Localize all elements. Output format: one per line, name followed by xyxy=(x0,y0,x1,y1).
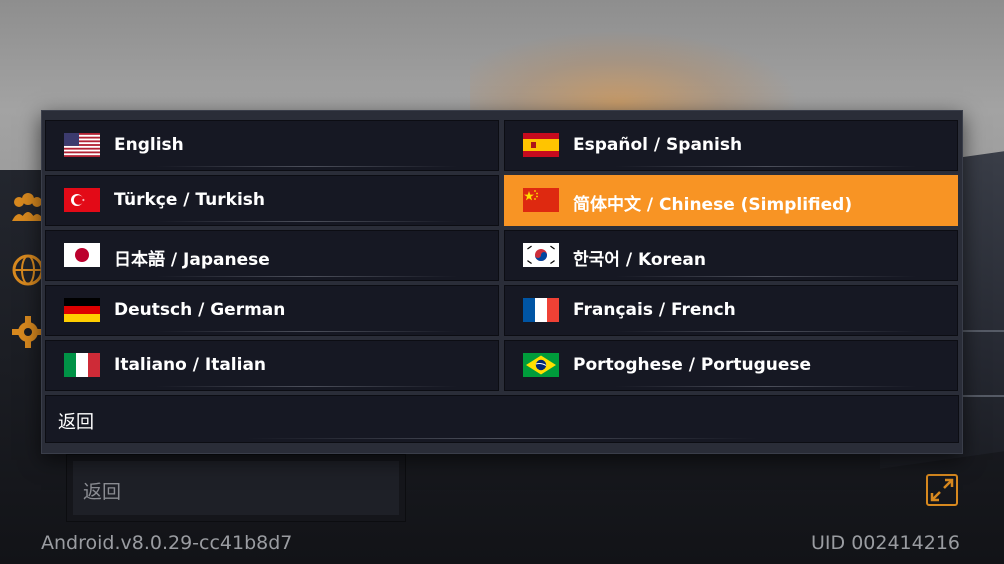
background-back-button-inner xyxy=(73,461,399,515)
spain-flag-icon xyxy=(523,133,559,157)
language-option-italian[interactable]: Italiano / Italian xyxy=(45,340,499,391)
language-label: Français / French xyxy=(573,300,736,320)
language-label: Deutsch / German xyxy=(114,300,286,320)
brazil-flag-icon xyxy=(523,353,559,377)
language-label: Italiano / Italian xyxy=(114,355,267,375)
language-option-portuguese[interactable]: Portoghese / Portuguese xyxy=(504,340,958,391)
france-flag-icon xyxy=(523,298,559,322)
language-option-korean[interactable]: 한국어 / Korean xyxy=(504,230,958,281)
back-button[interactable]: 返回 xyxy=(45,395,959,443)
language-option-chinese-simplified[interactable]: 简体中文 / Chinese (Simplified) xyxy=(504,175,958,226)
background-back-label: 返回 xyxy=(83,481,122,503)
korea-flag-icon xyxy=(523,243,559,267)
expand-icon[interactable] xyxy=(926,474,958,506)
background-back-button[interactable]: 返回 xyxy=(66,454,406,522)
japan-flag-icon xyxy=(64,243,100,267)
language-dialog: English Español / Spanish Türkçe / Turki… xyxy=(41,110,963,454)
language-label: Türkçe / Turkish xyxy=(114,190,265,210)
language-label: 简体中文 / Chinese (Simplified) xyxy=(573,195,853,215)
back-button-label: 返回 xyxy=(58,412,94,433)
language-label: Portoghese / Portuguese xyxy=(573,355,812,375)
language-option-french[interactable]: Français / French xyxy=(504,285,958,336)
china-flag-icon xyxy=(523,188,559,212)
us-flag-icon xyxy=(64,133,100,157)
language-option-turkish[interactable]: Türkçe / Turkish xyxy=(45,175,499,226)
turkey-flag-icon xyxy=(64,188,100,212)
language-option-english[interactable]: English xyxy=(45,120,499,171)
version-text: Android.v8.0.29-cc41b8d7 xyxy=(41,532,293,554)
uid-text: UID 002414216 xyxy=(811,532,960,554)
italy-flag-icon xyxy=(64,353,100,377)
language-label: 日本語 / Japanese xyxy=(114,250,270,270)
language-option-japanese[interactable]: 日本語 / Japanese xyxy=(45,230,499,281)
language-option-german[interactable]: Deutsch / German xyxy=(45,285,499,336)
language-option-spanish[interactable]: Español / Spanish xyxy=(504,120,958,171)
language-label: 한국어 / Korean xyxy=(573,250,707,270)
language-label: English xyxy=(114,135,184,155)
language-label: Español / Spanish xyxy=(573,135,743,155)
germany-flag-icon xyxy=(64,298,100,322)
